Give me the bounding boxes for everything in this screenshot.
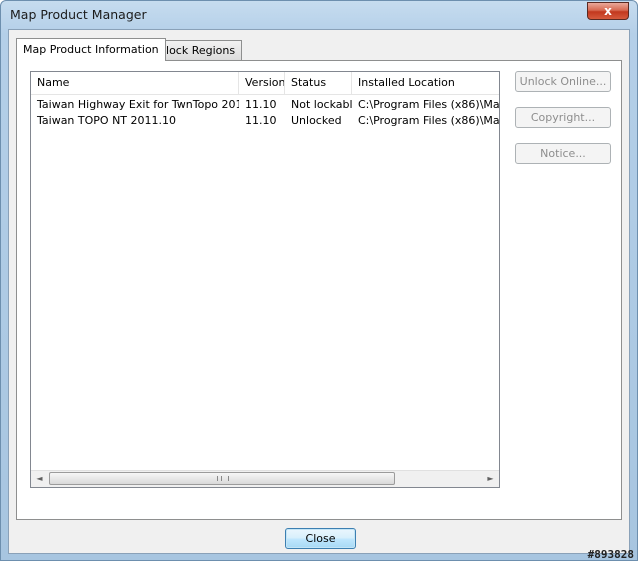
thumb-grip-icon [217,476,229,481]
column-header-version[interactable]: Version [239,72,285,94]
window-title: Map Product Manager [10,7,147,22]
row-status: Not lockable [291,98,352,111]
unlock-online-button[interactable]: Unlock Online... [515,71,611,92]
close-button[interactable]: Close [285,528,356,549]
table-row[interactable]: Taiwan Highway Exit for TwnTopo 20 11.10 … [31,97,499,113]
row-installed-location: C:\Program Files (x86)\MapSou [358,114,500,127]
dialog-client-area: Map Product Information Unlock Regions N… [8,29,630,554]
row-version: 11.10 [245,98,277,111]
horizontal-scrollbar[interactable]: ◄ ► [31,470,499,487]
list-header: Name Version Status Installed Location [31,72,499,95]
map-product-manager-window: Map Product Manager x Map Product Inform… [0,0,638,561]
tab-panel-map-product-information: Name Version Status Installed Location T… [16,60,622,520]
scroll-left-icon[interactable]: ◄ [31,471,48,487]
watermark-text: #893828 [587,548,634,561]
title-bar[interactable]: Map Product Manager x [1,1,637,29]
row-name: Taiwan Highway Exit for TwnTopo 2011.10 [37,98,239,111]
column-header-status[interactable]: Status [285,72,352,94]
column-header-installed-location[interactable]: Installed Location [352,72,499,94]
window-close-icon[interactable]: x [587,2,629,20]
map-products-list[interactable]: Name Version Status Installed Location T… [30,71,500,488]
notice-button[interactable]: Notice... [515,143,611,164]
row-version: 11.10 [245,114,277,127]
row-installed-location: C:\Program Files (x86)\MapSou [358,98,500,111]
column-header-name[interactable]: Name [31,72,239,94]
tab-label: Map Product Information [23,43,159,56]
table-row[interactable]: Taiwan TOPO NT 2011.10 11.10 Unlocked C:… [31,113,499,129]
row-name: Taiwan TOPO NT 2011.10 [37,114,176,127]
scrollbar-thumb[interactable] [49,472,395,485]
tab-map-product-information[interactable]: Map Product Information [16,38,166,61]
copyright-button[interactable]: Copyright... [515,107,611,128]
scroll-right-icon[interactable]: ► [482,471,499,487]
row-status: Unlocked [291,114,342,127]
